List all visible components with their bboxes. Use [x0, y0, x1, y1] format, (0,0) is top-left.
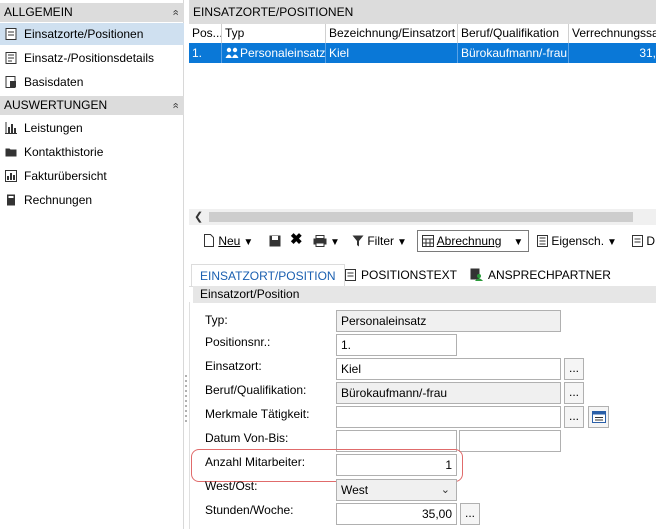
list-edit-icon	[592, 411, 606, 423]
table-cell-typ[interactable]: Personaleinsatz	[222, 43, 326, 63]
sidebar-item-rechnungen[interactable]: Rechnungen	[0, 189, 184, 211]
table-cell-verrechnung[interactable]: 31,	[569, 43, 656, 63]
sidebar-item-label: Einsatzorte/Positionen	[24, 27, 144, 41]
tab-einsatzort-position[interactable]: EINSATZORT/POSITION	[191, 264, 345, 286]
person-group-icon	[225, 47, 239, 58]
sidebar-item-label: Rechnungen	[24, 193, 93, 207]
section-header-auswertungen[interactable]: AUSWERTUNGEN «	[0, 96, 184, 115]
sidebar-item-basisdaten[interactable]: Basisdaten	[0, 71, 184, 93]
section-header-allgemein[interactable]: ALLGEMEIN «	[0, 3, 184, 22]
beruf-label: Beruf/Qualifikation:	[205, 383, 307, 397]
westost-label: West/Ost:	[205, 479, 258, 493]
details-doc-icon	[5, 52, 17, 64]
chevron-down-icon: ▼	[513, 237, 524, 248]
collapse-icon[interactable]: «	[165, 9, 184, 15]
einsatzort-label: Einsatzort:	[205, 359, 262, 373]
sidebar-item-leistungen[interactable]: Leistungen	[0, 117, 184, 139]
invoice-icon	[7, 194, 15, 206]
beruf-field[interactable]: Bürokaufmann/-frau	[336, 382, 561, 404]
sidebar-item-label: Einsatz-/Positionsdetails	[24, 51, 155, 65]
stunden-field[interactable]: 35,00	[336, 503, 457, 525]
chevron-down-icon: ▼	[330, 237, 340, 248]
stunden-lookup-button[interactable]: ...	[460, 503, 480, 525]
grid-title: EINSATZORTE/POSITIONEN	[189, 0, 656, 24]
anzahl-label: Anzahl Mitarbeiter:	[205, 455, 306, 469]
column-header-pos[interactable]: Pos...	[189, 24, 222, 43]
abrechnung-button[interactable]: Abrechnung ▼	[417, 230, 529, 252]
chevron-down-icon: ⌄	[440, 484, 450, 496]
westost-select[interactable]: West ⌄	[336, 479, 457, 501]
table-cell-beruf[interactable]: Bürokaufmann/-frau	[458, 43, 569, 63]
positionsnr-label: Positionsnr.:	[205, 335, 271, 349]
more-button[interactable]: D	[632, 230, 655, 252]
anzahl-field[interactable]: 1	[336, 454, 457, 476]
positions-grid: Pos... Typ Bezeichnung/Einsatzort Beruf/…	[189, 24, 656, 209]
sidebar-item-label: Basisdaten	[24, 75, 84, 89]
column-header-verrechnung[interactable]: Verrechnungssa	[569, 24, 656, 43]
tab-positionstext[interactable]: POSITIONSTEXT	[345, 264, 457, 286]
sidebar-item-label: Leistungen	[24, 121, 83, 135]
properties-icon	[537, 235, 548, 247]
doc-icon	[632, 235, 643, 247]
table-cell-bezeichnung[interactable]: Kiel	[326, 43, 458, 63]
sidebar-item-details[interactable]: Einsatz-/Positionsdetails	[0, 47, 184, 69]
bar-chart-icon	[5, 122, 17, 134]
filter-button[interactable]: Filter ▼	[352, 230, 407, 252]
merkmale-label: Merkmale Tätigkeit:	[205, 407, 310, 421]
sidebar-item-einsatzorte[interactable]: Einsatzorte/Positionen	[0, 23, 184, 45]
sidebar: ALLGEMEIN « Einsatzorte/Positionen Einsa…	[0, 0, 184, 529]
merkmale-edit-button[interactable]	[588, 406, 609, 428]
splitter-handle[interactable]	[185, 375, 188, 425]
folder-icon	[5, 148, 17, 157]
scrollbar-thumb[interactable]	[209, 212, 633, 222]
datum-label: Datum Von-Bis:	[205, 431, 289, 445]
merkmale-field[interactable]	[336, 406, 561, 428]
sidebar-item-label: Fakturübersicht	[24, 169, 107, 183]
einsatzort-lookup-button[interactable]: ...	[564, 358, 584, 380]
column-header-bezeichnung[interactable]: Bezeichnung/Einsatzort	[326, 24, 458, 43]
table-cell-pos[interactable]: 1.	[189, 43, 222, 63]
sidebar-item-kontakthistorie[interactable]: Kontakthistorie	[0, 141, 184, 163]
invoice-chart-icon	[5, 170, 17, 182]
eigenschaften-button[interactable]: Eigensch. ▼	[537, 230, 617, 252]
chevron-down-icon: ▼	[397, 237, 407, 248]
datum-bis-field[interactable]	[459, 430, 561, 452]
form-section-title: Einsatzort/Position	[193, 286, 656, 303]
sidebar-item-label: Kontakthistorie	[24, 145, 104, 159]
einsatzort-field[interactable]: Kiel	[336, 358, 561, 380]
collapse-icon[interactable]: «	[165, 102, 184, 108]
data-doc-icon	[5, 76, 16, 88]
save-icon	[269, 235, 281, 247]
tab-ansprechpartner[interactable]: ANSPRECHPARTNER	[470, 264, 611, 286]
merkmale-lookup-button[interactable]: ...	[564, 406, 584, 428]
filter-icon	[352, 235, 364, 247]
text-doc-icon	[345, 269, 356, 281]
divider	[189, 302, 190, 529]
tab-bar: EINSATZORT/POSITION POSITIONSTEXT ANSPRE…	[189, 262, 656, 287]
chevron-down-icon: ▼	[607, 237, 617, 248]
beruf-lookup-button[interactable]: ...	[564, 382, 584, 404]
new-doc-icon	[204, 234, 214, 247]
column-header-beruf[interactable]: Beruf/Qualifikation	[458, 24, 569, 43]
horizontal-scrollbar[interactable]: ❮	[189, 209, 656, 225]
calculator-icon	[422, 235, 434, 247]
stunden-label: Stunden/Woche:	[205, 503, 294, 517]
print-icon	[313, 235, 327, 247]
positionsnr-field[interactable]: 1.	[336, 334, 457, 356]
sidebar-item-fakturuebersicht[interactable]: Fakturübersicht	[0, 165, 184, 187]
contact-person-icon	[470, 268, 483, 281]
list-doc-icon	[5, 28, 17, 40]
scroll-left-icon[interactable]: ❮	[194, 209, 203, 225]
typ-field[interactable]: Personaleinsatz	[336, 310, 561, 332]
chevron-down-icon: ▼	[243, 237, 254, 248]
typ-label: Typ:	[205, 313, 228, 327]
toolbar: Neu ▼ ✖ ▼ Filter ▼ Abrechnung ▼ Eigensch. ▼ …	[189, 226, 656, 254]
print-button[interactable]: ▼	[313, 230, 340, 252]
column-header-typ[interactable]: Typ	[222, 24, 326, 43]
delete-icon[interactable]: ✖	[290, 230, 303, 252]
new-button[interactable]: Neu ▼	[203, 230, 253, 252]
save-button[interactable]	[269, 230, 281, 252]
